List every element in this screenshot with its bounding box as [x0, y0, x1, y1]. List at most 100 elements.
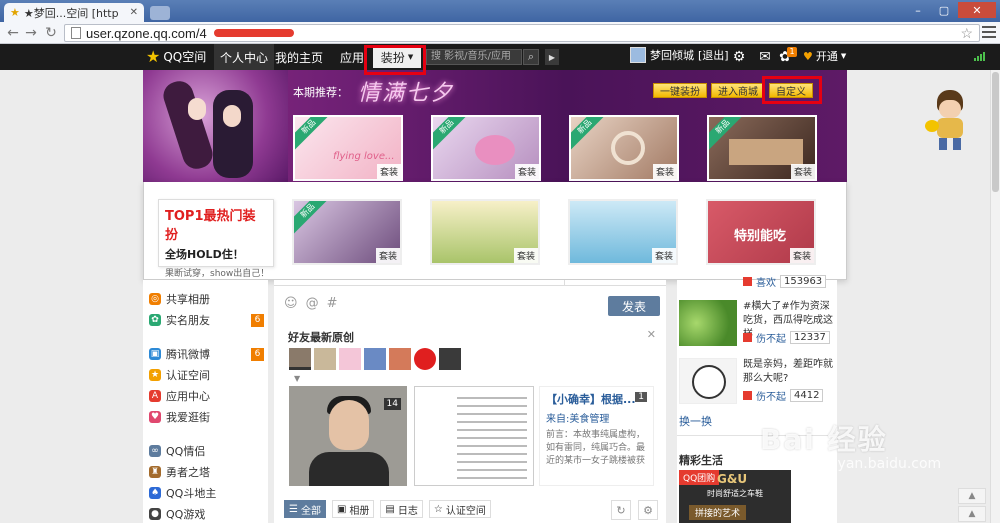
avatar[interactable]	[289, 348, 311, 370]
item-user[interactable]: 喜欢	[756, 274, 776, 289]
sidebar-item-app-center[interactable]: A 应用中心	[149, 387, 264, 405]
scrollbar[interactable]	[990, 70, 1000, 523]
weibo-icon: ▣	[149, 348, 161, 360]
item-text[interactable]: 既是亲妈，差距咋就那么大呢?	[743, 358, 835, 386]
theme-card[interactable]: 套装	[430, 199, 540, 265]
mascot-character[interactable]	[925, 90, 973, 150]
bookmark-star-icon[interactable]: ☆	[960, 25, 973, 42]
mail-icon[interactable]: ✉	[756, 48, 774, 66]
tab-blog[interactable]: ▤ 日志	[380, 500, 423, 518]
mention-icon[interactable]: @	[306, 296, 319, 311]
back-to-top-icon[interactable]: ▲	[958, 506, 986, 522]
theme-card[interactable]: 新品 flying love... 套装	[293, 115, 403, 181]
minimize-icon[interactable]: –	[906, 2, 930, 18]
ring-image	[611, 131, 645, 165]
logout-link[interactable]: [退出]	[698, 47, 729, 63]
avatar[interactable]	[339, 348, 361, 370]
item-user[interactable]: 伤不起	[756, 388, 786, 403]
refresh-icon[interactable]: ↻	[611, 500, 631, 520]
theme-card[interactable]: 新品 套装	[569, 115, 679, 181]
chevron-down-icon: ▼	[840, 52, 847, 60]
theme-card[interactable]: 新品 套装	[292, 199, 402, 265]
browser-menu-icon[interactable]	[982, 25, 996, 39]
tab-verified[interactable]: ☆ 认证空间	[428, 500, 491, 518]
user-name[interactable]: 梦回倾城	[650, 47, 694, 63]
avatar[interactable]	[414, 348, 436, 370]
sidebar-item-weibo[interactable]: ▣ 腾讯微博 6	[149, 345, 264, 363]
close-icon[interactable]: ✕	[647, 328, 656, 341]
theme-caption: flying love...	[333, 151, 395, 162]
rose-image	[475, 135, 515, 165]
couple-image	[729, 139, 803, 165]
enter-mall-button[interactable]: 进入商城	[711, 83, 765, 98]
sidebar-item-tower[interactable]: ♜ 勇者之塔	[149, 463, 264, 481]
sidebar-item-qq-game[interactable]: ● QQ游戏	[149, 505, 264, 523]
article-post[interactable]: 【小确幸】根据... 来自:美食管理 前言：本故事纯属虚构，如有雷同，纯属巧合。…	[539, 386, 654, 486]
item-count: 12337	[790, 331, 830, 344]
theme-card[interactable]: 新品 套装	[431, 115, 541, 181]
emoji-icon[interactable]: ☺	[284, 296, 298, 311]
maximize-icon[interactable]: ▢	[932, 2, 956, 18]
publish-button[interactable]: 发表	[608, 296, 660, 316]
hot-item[interactable]: #横大了#作为资深吃货，西瓜得吃成这样 伤不起 12337	[679, 300, 834, 348]
user-icon	[743, 333, 752, 342]
nav-personal-center[interactable]: 个人中心	[214, 44, 275, 70]
avatar[interactable]	[439, 348, 461, 370]
hot-item[interactable]: 喜欢 153963	[679, 274, 834, 294]
tab-all[interactable]: ☰ 全部	[284, 500, 326, 518]
qzone-logo[interactable]: ★ QQ空间	[146, 47, 206, 66]
ad-banner[interactable]: QQ团购 G&U 时尚舒适之车鞋 拼接的艺术	[679, 470, 791, 523]
sidebar-item-qq-couple[interactable]: ∞ QQ情侣	[149, 442, 264, 460]
refresh-link[interactable]: 换一换	[679, 413, 712, 429]
sidebar-item-realname-friends[interactable]: ✿ 实名朋友 6	[149, 311, 264, 329]
top1-promo[interactable]: TOP1最热门装扮 全场HOLD住！ 果断试穿，show出自己！	[158, 199, 274, 279]
settings-gear-icon[interactable]: ⚙	[638, 500, 658, 520]
sidebar-item-poker[interactable]: ♠ QQ斗地主	[149, 484, 264, 502]
back-to-top-icon[interactable]: ▲	[958, 488, 986, 504]
scrollbar-thumb[interactable]	[992, 72, 999, 192]
hot-item[interactable]: 既是亲妈，差距咋就那么大呢? 伤不起 4412	[679, 358, 834, 406]
article-title[interactable]: 【小确幸】根据...	[546, 391, 647, 407]
article-source[interactable]: 来自:美食管理	[546, 410, 647, 425]
photo-post[interactable]: 14	[289, 386, 407, 486]
reload-icon[interactable]: ↻	[42, 24, 60, 42]
tab-album[interactable]: ▣ 相册	[331, 500, 375, 518]
browser-tab[interactable]: ★ ★梦回...空间 [http ✕	[4, 3, 144, 22]
forward-icon[interactable]: →	[22, 24, 40, 42]
more-arrow-icon[interactable]: ▶	[545, 49, 559, 65]
feed-column: ☺ @ # 发表 好友最新原创 ✕ ▼ 14 【小确幸】根据... 来自:美食管…	[274, 280, 666, 523]
browser-tabstrip: ★ ★梦回...空间 [http ✕ – ▢ ✕	[0, 0, 1000, 22]
comment-count-badge: 1	[635, 392, 647, 402]
ad-brand: G&U	[717, 472, 748, 486]
open-vip-menu[interactable]: ♥ 开通 ▼	[803, 48, 846, 64]
user-icon	[743, 391, 752, 400]
close-window-icon[interactable]: ✕	[958, 2, 996, 18]
theme-tag: 套装	[652, 164, 677, 179]
theme-card[interactable]: 新品 套装	[707, 115, 817, 181]
avatar[interactable]	[364, 348, 386, 370]
back-icon[interactable]: ←	[4, 24, 22, 42]
new-tab-button[interactable]	[150, 6, 170, 20]
one-click-dress-button[interactable]: 一键装扮	[653, 83, 707, 98]
address-bar[interactable]: user.qzone.qq.com/4 ☆	[64, 24, 980, 42]
avatar[interactable]	[389, 348, 411, 370]
document-post[interactable]	[414, 386, 534, 486]
avatar[interactable]	[630, 47, 646, 63]
sidebar-item-share-album[interactable]: ◎ 共享相册	[149, 290, 264, 308]
search-input[interactable]: 搜 影视/音乐/应用	[426, 49, 522, 65]
doc-icon: ▤	[385, 503, 395, 515]
search-icon[interactable]: ⌕	[523, 49, 539, 65]
settings-gear-icon[interactable]: ⚙	[730, 48, 748, 66]
sidebar-item-shopping[interactable]: ♥ 我爱逛街	[149, 408, 264, 426]
item-user[interactable]: 伤不起	[756, 330, 786, 345]
nav-my-homepage[interactable]: 我的主页	[269, 44, 329, 70]
sidebar-item-verified-space[interactable]: ★ 认证空间	[149, 366, 264, 384]
sidebar-item-label: 实名朋友	[166, 314, 210, 327]
theme-card[interactable]: 套装	[568, 199, 678, 265]
theme-card[interactable]: 特别能吃 套装	[706, 199, 816, 265]
close-tab-icon[interactable]: ✕	[130, 7, 138, 18]
hashtag-icon[interactable]: #	[327, 296, 338, 311]
avatar[interactable]	[314, 348, 336, 370]
qzone-topnav: ★ QQ空间 个人中心 我的主页 应用 装扮 ▼ 搜 影视/音乐/应用 ⌕ ▶ …	[0, 44, 1000, 70]
composer-box[interactable]	[274, 280, 666, 286]
